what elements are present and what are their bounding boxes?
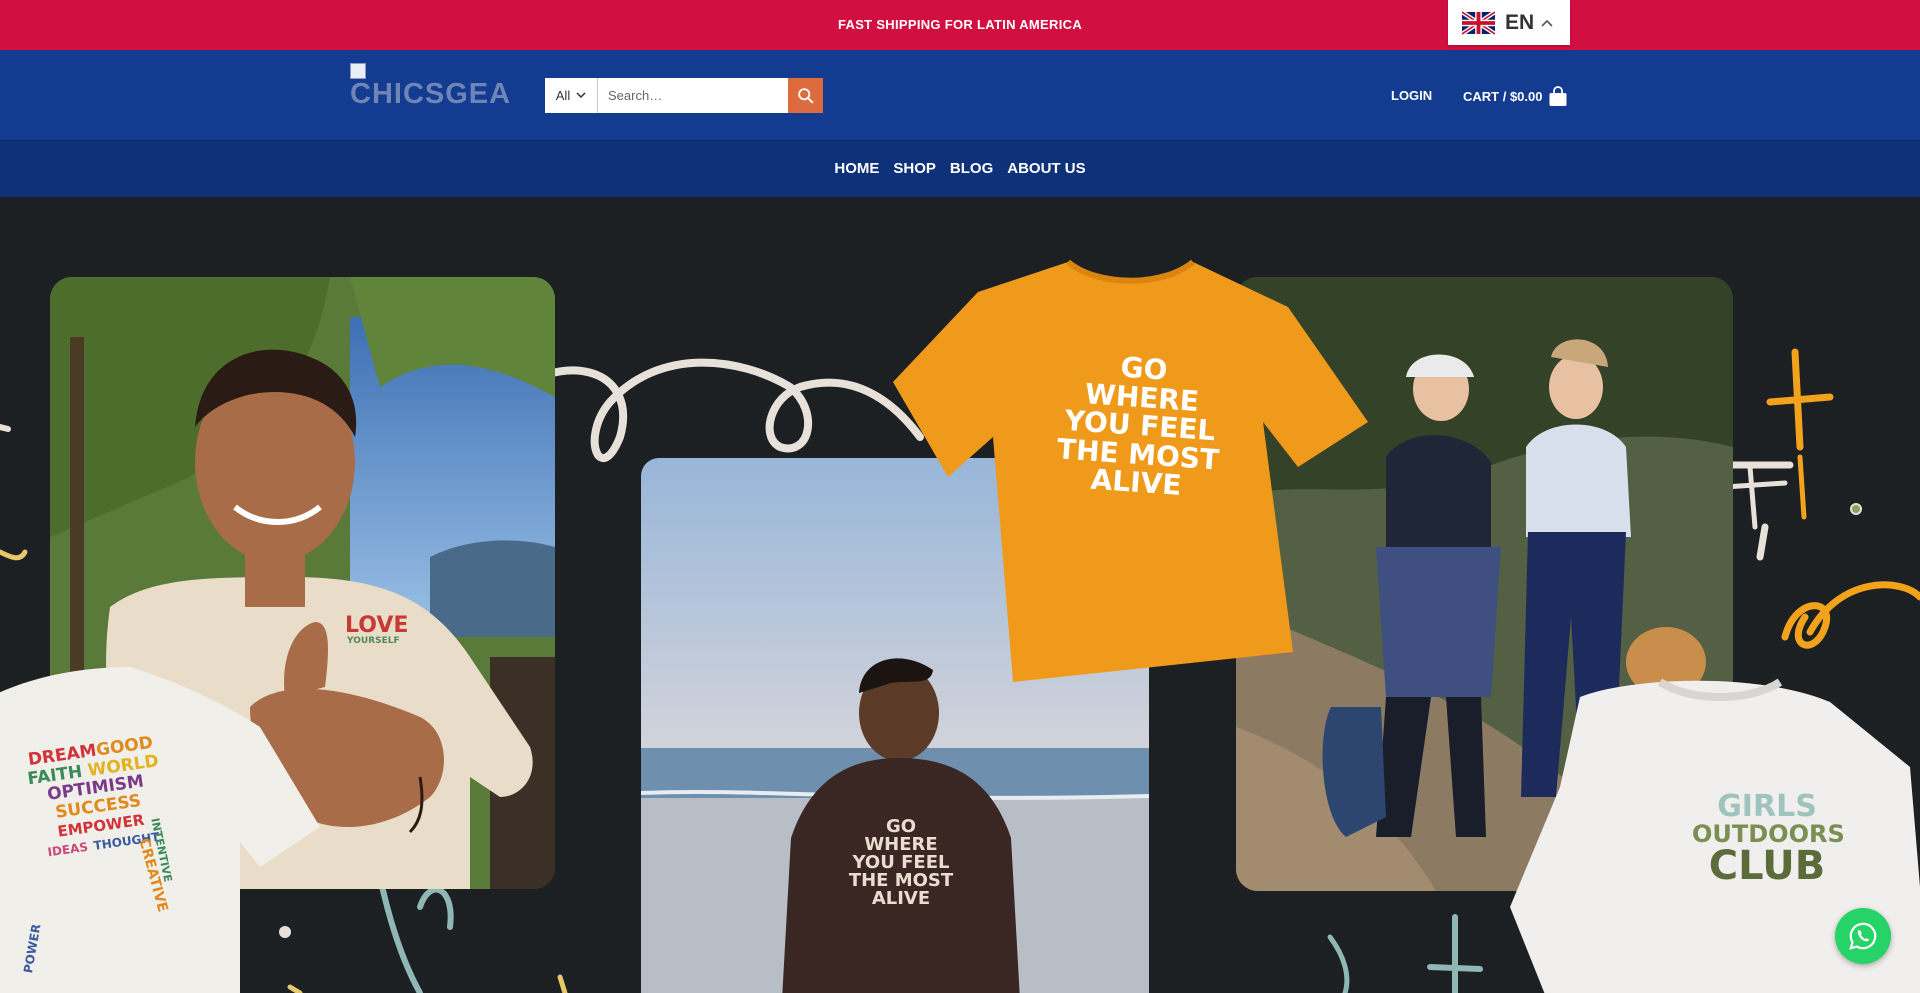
love-shirt-subtext: YOURSELF bbox=[347, 636, 400, 646]
sweat-line-1: GIRLS bbox=[1717, 789, 1817, 824]
search-button[interactable] bbox=[788, 78, 823, 113]
sweatshirt-print: GIRLS OUTDOORS CLUB bbox=[1692, 789, 1845, 889]
orange-tshirt-print: GO WHERE YOU FEEL THE MOST ALIVE bbox=[1050, 349, 1230, 503]
hero-banner[interactable]: LOVE YOURSELF GO WHERE YOU FEEL THE MOST… bbox=[0, 197, 1920, 993]
login-link[interactable]: LOGIN bbox=[1391, 88, 1432, 103]
nav-item-home[interactable]: HOME bbox=[834, 160, 879, 177]
main-nav: HOME SHOP BLOG ABOUT US bbox=[0, 140, 1920, 197]
promo-bar: FAST SHIPPING FOR LATIN AMERICA EN bbox=[0, 0, 1920, 50]
search-form: All bbox=[545, 78, 823, 113]
nav-item-shop[interactable]: SHOP bbox=[893, 160, 936, 177]
nav-item-blog[interactable]: BLOG bbox=[950, 160, 993, 177]
whatsapp-icon bbox=[1849, 922, 1877, 950]
nav-item-about-us[interactable]: ABOUT US bbox=[1007, 160, 1085, 177]
sweat-line-3: CLUB bbox=[1708, 843, 1826, 889]
cart-link[interactable]: CART / $0.00 bbox=[1463, 86, 1568, 107]
hoodie-line-5: ALIVE bbox=[871, 888, 931, 909]
love-shirt-text: LOVE bbox=[345, 613, 409, 638]
search-category-select[interactable]: All bbox=[545, 78, 598, 113]
site-header: CHICSGEA All LOGIN CART / $0.00 bbox=[0, 50, 1920, 140]
search-input[interactable] bbox=[598, 78, 788, 113]
promo-text: FAST SHIPPING FOR LATIN AMERICA bbox=[837, 17, 1083, 32]
chevron-down-icon bbox=[576, 92, 586, 99]
search-category-value: All bbox=[555, 88, 571, 103]
search-icon bbox=[798, 88, 814, 104]
language-switcher[interactable]: EN bbox=[1448, 0, 1570, 45]
whatsapp-chat-button[interactable] bbox=[1835, 908, 1891, 964]
chevron-up-icon bbox=[1541, 19, 1553, 27]
logo-alt-text: CHICSGEA bbox=[350, 78, 512, 110]
shopping-bag-icon bbox=[1549, 86, 1567, 106]
uk-flag-icon bbox=[1462, 10, 1495, 35]
language-code: EN bbox=[1505, 10, 1535, 34]
cart-label: CART / $0.00 bbox=[1463, 89, 1543, 104]
hoodie-print: GO WHERE YOU FEEL THE MOST ALIVE bbox=[846, 818, 956, 908]
broken-image-icon bbox=[350, 63, 366, 79]
